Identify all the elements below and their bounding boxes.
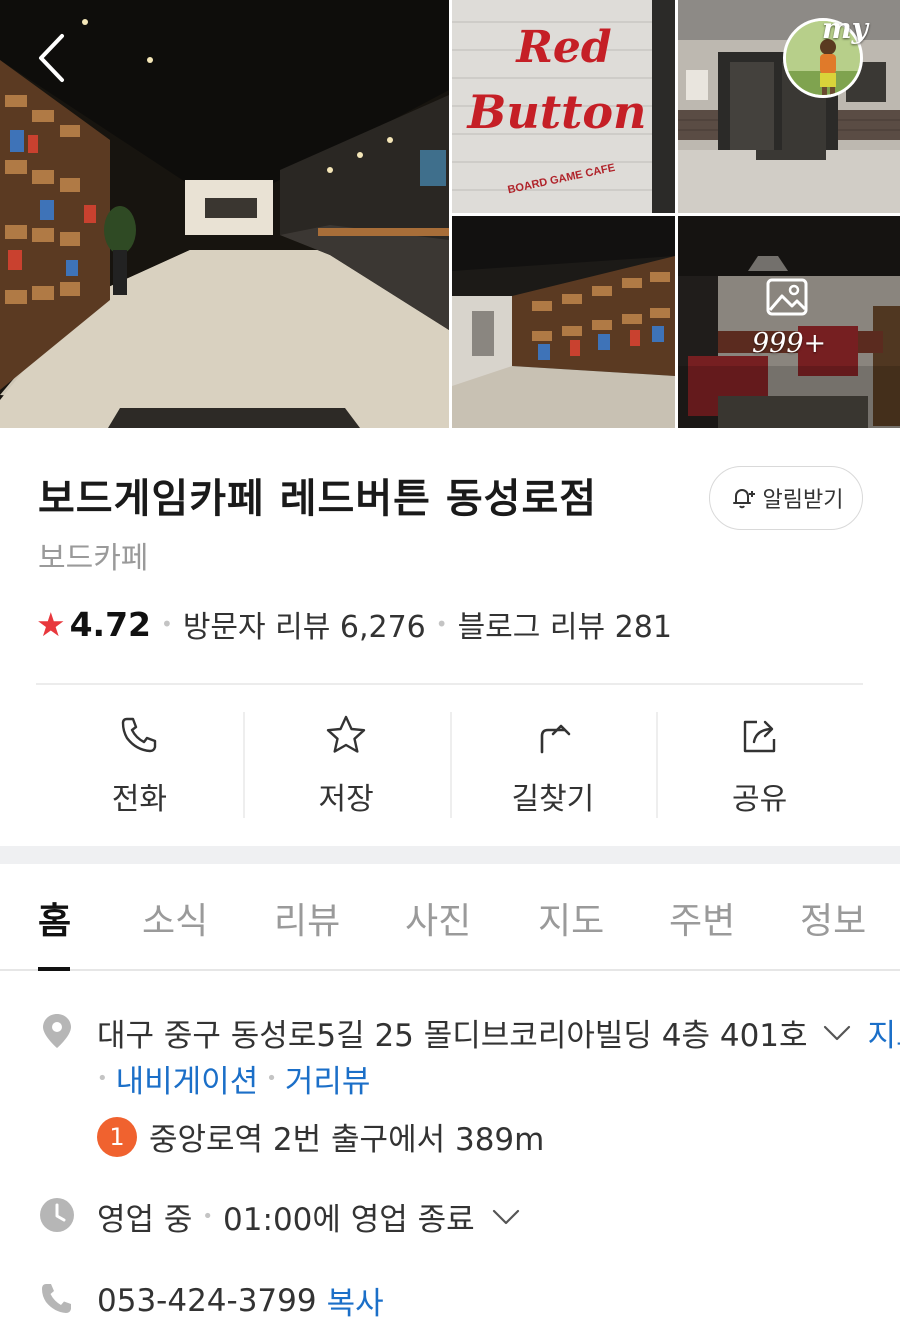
directions-button[interactable]: 길찾기 (449, 712, 657, 818)
tab-home[interactable]: 홈 (38, 892, 71, 944)
bell-plus-icon (732, 489, 755, 509)
star-outline-icon (326, 715, 366, 753)
separator-dot: • (435, 612, 448, 636)
my-label: my (822, 12, 868, 45)
active-tab-indicator (38, 967, 70, 971)
business-status: 영업 중 (97, 1202, 193, 1238)
sign-photo[interactable]: Red Button BOARD GAME CAFE (452, 0, 675, 213)
rating-row: ★ 4.72 • 방문자 리뷰 6,276 • 블로그 리뷰 281 (36, 602, 672, 646)
tab-info[interactable]: 정보 (800, 892, 866, 944)
subway-line-badge: 1 (97, 1116, 137, 1157)
star-icon: ★ (36, 604, 66, 644)
place-title: 보드게임카페 레드버튼 동성로점 (38, 476, 598, 522)
rating-score: 4.72 (69, 604, 152, 644)
image-icon (766, 278, 808, 316)
location-pin-icon (43, 1014, 71, 1048)
chevron-down-icon[interactable] (820, 1016, 854, 1050)
subway-row: 1 중앙로역 2번 출구에서 389m (97, 1114, 544, 1159)
tab-map[interactable]: 지도 (538, 892, 604, 944)
address-row: 대구 중구 동성로5길 25 몰디브코리아빌딩 4층 401호 지도 (97, 1010, 900, 1055)
blog-reviews-link[interactable]: 블로그 리뷰 281 (458, 602, 672, 646)
hours-row[interactable]: 영업 중 • 01:00에 영업 종료 (97, 1194, 523, 1239)
shelves-photo[interactable] (452, 216, 675, 428)
visitor-reviews-link[interactable]: 방문자 리뷰 6,276 (183, 602, 426, 646)
chevron-left-icon (39, 34, 64, 82)
separator-dot: • (161, 612, 173, 636)
directions-label: 길찾기 (511, 782, 595, 817)
map-link[interactable]: 지도 (868, 1010, 900, 1055)
street-view-link[interactable]: 거리뷰 (285, 1056, 371, 1101)
address-text: 대구 중구 동성로5길 25 몰디브코리아빌딩 4층 401호 (97, 1018, 808, 1054)
divider (36, 683, 863, 685)
tab-photos[interactable]: 사진 (405, 892, 471, 944)
navigation-link[interactable]: 내비게이션 (116, 1056, 259, 1101)
sign-text-button: Button (466, 85, 647, 139)
call-label: 전화 (111, 782, 167, 817)
chevron-down-icon[interactable] (489, 1200, 523, 1234)
photo-count[interactable]: 999+ (752, 328, 826, 359)
tab-bar: 홈 소식 리뷰 사진 지도 주변 정보 (0, 864, 900, 970)
separator-dot: • (202, 1206, 214, 1227)
closing-time: 01:00에 영업 종료 (223, 1202, 475, 1238)
save-button[interactable]: 저장 (242, 712, 450, 818)
tabs-border (0, 969, 900, 971)
place-category: 보드카페 (38, 541, 149, 576)
alarm-label: 알림받기 (762, 488, 844, 513)
clock-icon (40, 1198, 74, 1232)
sign-text-red: Red (514, 22, 611, 73)
address-links: • 내비게이션 • 거리뷰 (97, 1056, 370, 1101)
call-button[interactable]: 전화 (36, 712, 243, 818)
booth-photo[interactable] (678, 216, 900, 428)
share-label: 공유 (732, 782, 788, 817)
phone-number[interactable]: 053-424-3799 (97, 1283, 317, 1319)
copy-button[interactable]: 복사 (327, 1278, 384, 1323)
share-button[interactable]: 공유 (656, 712, 863, 818)
separator-dot: • (266, 1068, 277, 1089)
tab-news[interactable]: 소식 (142, 892, 208, 944)
tab-nearby[interactable]: 주변 (669, 892, 735, 944)
phone-row: 053-424-3799 복사 (97, 1278, 384, 1323)
phone-icon (122, 717, 157, 753)
section-gap (0, 846, 900, 864)
back-button[interactable] (28, 30, 76, 86)
directions-icon (540, 724, 571, 754)
alarm-button[interactable]: 알림받기 (709, 466, 863, 530)
tab-reviews[interactable]: 리뷰 (274, 892, 340, 944)
separator-dot: • (97, 1068, 108, 1089)
action-bar: 전화 저장 길찾기 공유 (36, 712, 863, 818)
save-label: 저장 (318, 782, 374, 817)
subway-text: 중앙로역 2번 출구에서 389m (149, 1122, 545, 1158)
photo-gallery: Red Button BOARD GAME CAFE my 999+ (0, 0, 900, 428)
phone-icon (42, 1284, 71, 1313)
share-icon (743, 720, 775, 753)
